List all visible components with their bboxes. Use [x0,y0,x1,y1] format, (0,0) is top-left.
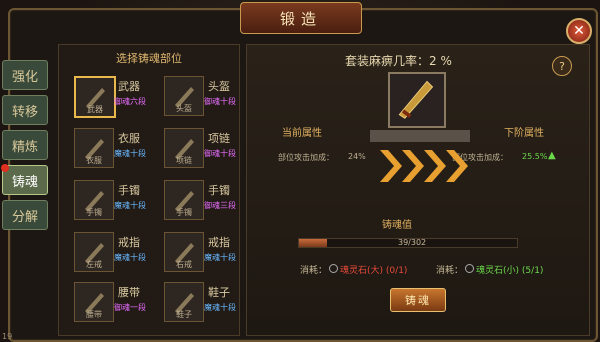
corner-number: 19 [2,332,13,341]
slot-level: 御魂三段 [204,201,236,210]
equipment-icon: 头盔 [164,76,204,116]
close-button[interactable]: ✕ [566,18,592,44]
slot-level: 御魂十段 [204,97,236,106]
equipment-icon: 左戒 [74,232,114,272]
help-icon: ? [559,59,565,73]
equipment-slot[interactable]: 头盔 头盔 御魂十段 [156,72,240,120]
slot-name: 手镯 [208,184,230,197]
equipment-slot[interactable]: 左戒 戒指魔魂十段 [66,228,150,276]
close-icon: ✕ [573,23,585,39]
tab-refine[interactable]: 精炼 [2,130,48,160]
up-arrow-icon: ▲ [548,150,556,161]
slot-level: 御魂六段 [114,97,146,106]
stone-small-name: 魂灵石(小) [476,266,520,276]
slot-caption: 手镯 [86,208,102,217]
notification-dot [1,164,9,172]
current-attribute-label: 当前属性 [282,128,322,139]
soulcast-value-label: 铸魂值 [382,220,412,231]
next-attribute-label: 下阶属性 [504,128,544,139]
slot-caption: 鞋子 [176,310,192,319]
radio-big-stone[interactable] [329,264,339,273]
tab-soulcast[interactable]: 铸魂 [1,164,48,195]
slot-level: 魔魂十段 [204,253,236,262]
stone-big-name: 魂灵石(大) [340,266,384,276]
tab-label: 铸魂 [11,174,38,190]
equipment-slot[interactable]: 武器 武器 御魂六段 [66,72,150,120]
slot-name: 武器 [118,80,140,93]
slot-name: 戒指 [118,236,140,249]
equipment-slot[interactable]: 腰带 腰带 御魂一段 [66,278,150,326]
slot-caption: 手镯 [176,208,192,217]
tab-strengthen[interactable]: 强化 [2,60,48,90]
help-button[interactable]: ? [552,56,572,76]
equipment-icon: 手镯 [74,180,114,220]
radio-small-stone[interactable] [465,264,475,273]
window-title: 锻造 [240,2,362,34]
tab-bar: 强化 转移 精炼 铸魂 分解 [1,60,50,235]
set-paralysis-rate: 套装麻痹几率：2 % [345,54,452,68]
equipment-icon: 手镯 [164,180,204,220]
progress-fill [299,239,328,247]
equipment-slot[interactable]: 鞋子 鞋子 魔魂十段 [156,278,240,326]
slot-level: 魔魂十段 [114,149,146,158]
slot-name: 腰带 [118,286,140,299]
slot-name: 衣服 [118,132,140,145]
tab-decompose[interactable]: 分解 [2,200,48,230]
next-stat-value: 25.5% [522,152,548,161]
equipment-slot[interactable]: 项链 项链 御魂十段 [156,124,240,172]
tab-transfer[interactable]: 转移 [2,95,48,125]
slot-name: 项链 [208,132,230,145]
slot-caption: 衣服 [86,156,102,165]
equipment-icon: 衣服 [74,128,114,168]
equipment-icon: 项链 [164,128,204,168]
slot-name: 手镯 [118,184,140,197]
equipment-icon: 鞋子 [164,282,204,322]
soulcast-button[interactable]: 铸魂 [390,288,446,312]
consume-row-big: 消耗： 魂灵石(大) (0/1) [300,263,407,276]
consume-row-small: 消耗： 魂灵石(小) (5/1) [436,263,543,276]
slot-caption: 武器 [87,105,103,114]
slot-name: 戒指 [208,236,230,249]
progress-text: 39/302 [398,238,427,247]
slot-caption: 右戒 [176,260,192,269]
slot-name: 鞋子 [208,286,230,299]
slot-name: 头盔 [208,80,230,93]
equipment-icon: 武器 [74,76,116,118]
slot-caption: 头盔 [176,104,192,113]
equipment-slot[interactable]: 手镯 手镯 魔魂十段 [66,176,150,224]
slot-level: 御魂一段 [114,303,146,312]
slot-caption: 项链 [176,156,192,165]
stone-big-count: (0/1) [385,266,408,276]
consume-label: 消耗： [436,266,464,276]
equipment-icon: 腰带 [74,282,114,322]
equipment-slot[interactable]: 右戒 戒指魔魂十段 [156,228,240,276]
slot-level: 魔魂十段 [204,303,236,312]
equipment-slot[interactable]: 手镯 手镯 御魂三段 [156,176,240,224]
slot-level: 魔魂十段 [114,253,146,262]
selected-weapon-icon [388,72,446,128]
slot-level: 魔魂十段 [114,201,146,210]
equipment-icon: 右戒 [164,232,204,272]
equipment-slot[interactable]: 衣服 衣服 魔魂十段 [66,124,150,172]
slot-level: 御魂十段 [204,149,236,158]
stone-small-count: (5/1) [521,266,544,276]
slot-panel-header: 选择铸魂部位 [116,52,182,65]
slot-caption: 左戒 [86,260,102,269]
anvil-arrows-icon [370,130,470,182]
slot-caption: 腰带 [86,310,102,319]
consume-label: 消耗： [300,266,328,276]
current-stat-label: 部位攻击加成： [278,153,334,162]
